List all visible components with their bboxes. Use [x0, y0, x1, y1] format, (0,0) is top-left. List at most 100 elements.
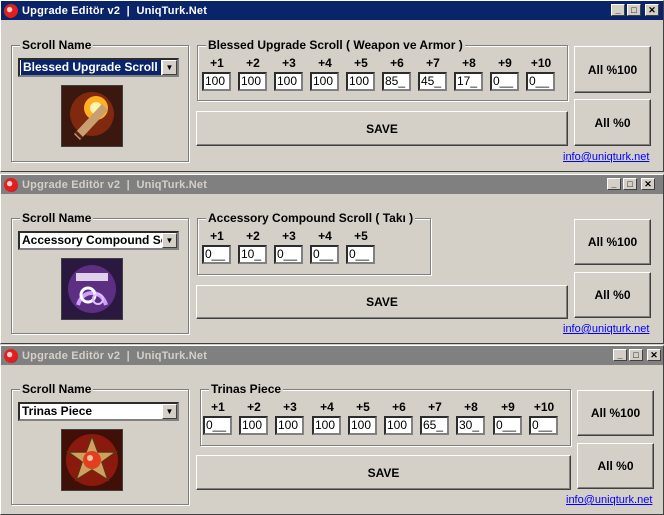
upgrade-rates-title: Trinas Piece — [209, 382, 284, 396]
rate-input[interactable]: 45_ — [418, 72, 447, 91]
save-button[interactable]: SAVE — [196, 455, 571, 490]
upgrade-app-icon — [4, 3, 18, 18]
rate-input[interactable]: 0__ — [346, 245, 375, 264]
level-label: +2 — [246, 229, 260, 243]
rate-input[interactable]: 0__ — [526, 72, 555, 91]
minimize-icon[interactable]: _ — [613, 349, 627, 361]
all-0-button[interactable]: All %0 — [574, 99, 651, 146]
rate-input[interactable]: 100 — [310, 72, 339, 91]
rate-input[interactable]: 0__ — [310, 245, 339, 264]
close-icon[interactable]: ✕ — [647, 349, 661, 361]
rate-input[interactable]: 100 — [346, 72, 375, 91]
scroll-name-label: Scroll Name — [20, 211, 94, 225]
upgrade-app-icon — [4, 177, 18, 192]
chevron-down-icon[interactable]: ▼ — [162, 404, 177, 419]
level-label: +7 — [426, 56, 440, 70]
level-label: +1 — [210, 229, 224, 243]
upgrade-app-icon — [4, 348, 18, 363]
level-label: +9 — [498, 56, 512, 70]
rate-input[interactable]: 100 — [239, 416, 268, 435]
rate-input[interactable]: 30_ — [456, 416, 485, 435]
scroll-select-value: Trinas Piece — [22, 404, 93, 418]
title-bar[interactable]: Upgrade Editör v2 | UniqTurk.Net _ □ ✕ — [1, 1, 663, 20]
rate-input[interactable]: 17_ — [454, 72, 483, 91]
level-label: +4 — [318, 56, 332, 70]
rate-input[interactable]: 100 — [384, 416, 413, 435]
email-link[interactable]: info@uniqturk.net — [566, 494, 652, 506]
level-label: +6 — [390, 56, 404, 70]
upgrade-editor-window-2: Upgrade Editör v2 | UniqTurk.Net _ □ ✕ S… — [0, 174, 664, 344]
rate-input[interactable]: 100 — [312, 416, 341, 435]
scroll-name-label: Scroll Name — [20, 382, 94, 396]
level-label: +3 — [283, 400, 297, 414]
minimize-icon[interactable]: _ — [611, 4, 625, 16]
level-label: +10 — [530, 56, 552, 70]
scroll-select-value: Accessory Compound Sc — [22, 233, 162, 247]
blessed-scroll-image — [61, 85, 123, 147]
level-label: +2 — [246, 56, 260, 70]
close-icon[interactable]: ✕ — [645, 4, 659, 16]
title-bar[interactable]: Upgrade Editör v2 | UniqTurk.Net _ □ ✕ — [1, 175, 663, 194]
level-label: +1 — [210, 56, 224, 70]
rate-input[interactable]: 0__ — [202, 245, 231, 264]
maximize-icon[interactable]: □ — [627, 4, 641, 16]
rate-input[interactable]: 0__ — [490, 72, 519, 91]
level-label: +5 — [354, 56, 368, 70]
maximize-icon[interactable]: □ — [623, 178, 637, 190]
upgrade-rates-title: Accessory Compound Scroll ( Takı ) — [206, 211, 416, 225]
rate-input[interactable]: 100 — [238, 72, 267, 91]
email-link[interactable]: info@uniqturk.net — [563, 323, 649, 335]
window-title: Upgrade Editör v2 | UniqTurk.Net — [22, 4, 208, 17]
all-100-button[interactable]: All %100 — [574, 46, 651, 93]
rate-input[interactable]: 100 — [348, 416, 377, 435]
level-label: +6 — [392, 400, 406, 414]
level-label: +8 — [464, 400, 478, 414]
level-label: +7 — [428, 400, 442, 414]
save-button[interactable]: SAVE — [196, 111, 568, 146]
upgrade-editor-window-3: Upgrade Editör v2 | UniqTurk.Net _ □ ✕ S… — [0, 345, 664, 515]
rate-input[interactable]: 100 — [274, 72, 303, 91]
window-title: Upgrade Editör v2 | UniqTurk.Net — [22, 349, 208, 362]
title-bar[interactable]: Upgrade Editör v2 | UniqTurk.Net _ □ ✕ — [1, 346, 663, 365]
scroll-name-label: Scroll Name — [20, 38, 94, 52]
level-label: +1 — [211, 400, 225, 414]
level-label: +4 — [318, 229, 332, 243]
level-label: +10 — [533, 400, 555, 414]
scroll-select-value: Blessed Upgrade Scroll — [21, 60, 161, 75]
save-button[interactable]: SAVE — [196, 285, 568, 319]
email-link[interactable]: info@uniqturk.net — [563, 151, 649, 163]
window-title: Upgrade Editör v2 | UniqTurk.Net — [22, 178, 208, 191]
all-100-button[interactable]: All %100 — [577, 390, 654, 436]
rate-input[interactable]: 0__ — [203, 416, 232, 435]
chevron-down-icon[interactable]: ▼ — [162, 60, 177, 75]
all-100-button[interactable]: All %100 — [574, 219, 651, 265]
level-label: +4 — [320, 400, 334, 414]
chevron-down-icon[interactable]: ▼ — [162, 233, 177, 248]
level-label: +5 — [356, 400, 370, 414]
rate-input[interactable]: 0__ — [493, 416, 522, 435]
trinas-piece-image — [61, 429, 123, 491]
rate-input[interactable]: 85_ — [382, 72, 411, 91]
upgrade-editor-window-1: Upgrade Editör v2 | UniqTurk.Net _ □ ✕ S… — [0, 0, 664, 172]
rate-input[interactable]: 0__ — [274, 245, 303, 264]
minimize-icon[interactable]: _ — [607, 178, 621, 190]
rate-input[interactable]: 0__ — [529, 416, 558, 435]
level-label: +5 — [354, 229, 368, 243]
level-label: +2 — [247, 400, 261, 414]
rate-input[interactable]: 100 — [202, 72, 231, 91]
level-label: +8 — [462, 56, 476, 70]
level-label: +3 — [282, 56, 296, 70]
close-icon[interactable]: ✕ — [641, 178, 655, 190]
rate-input[interactable]: 100 — [275, 416, 304, 435]
scroll-select[interactable]: Accessory Compound Sc ▼ — [18, 231, 179, 250]
scroll-select[interactable]: Trinas Piece ▼ — [18, 402, 179, 421]
level-label: +3 — [282, 229, 296, 243]
upgrade-rates-title: Blessed Upgrade Scroll ( Weapon ve Armor… — [206, 38, 465, 52]
all-0-button[interactable]: All %0 — [577, 443, 654, 489]
accessory-scroll-image — [61, 258, 123, 320]
rate-input[interactable]: 65_ — [420, 416, 449, 435]
scroll-select[interactable]: Blessed Upgrade Scroll ▼ — [18, 58, 179, 77]
all-0-button[interactable]: All %0 — [574, 272, 651, 318]
rate-input[interactable]: 10_ — [238, 245, 267, 264]
maximize-icon[interactable]: □ — [629, 349, 643, 361]
